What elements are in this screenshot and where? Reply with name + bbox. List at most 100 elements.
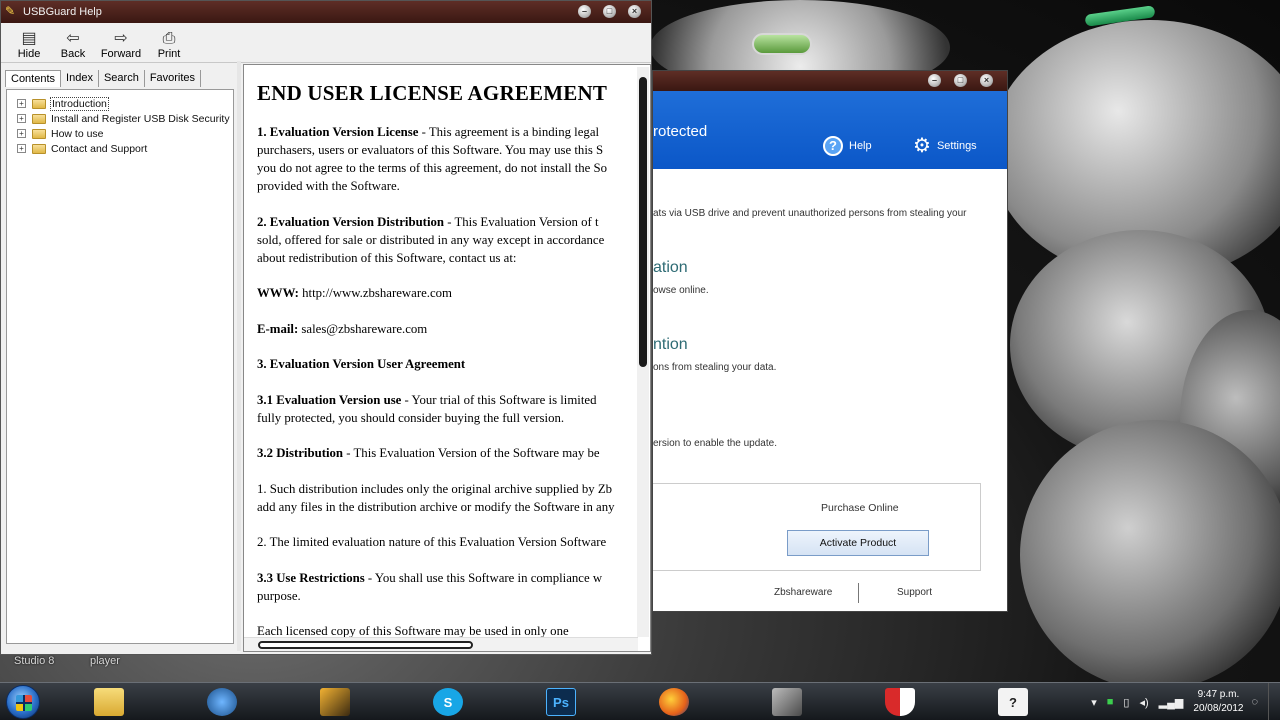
paragraph: WWW: http://www.zbshareware.com — [257, 286, 452, 300]
minimize-button[interactable]: – — [578, 5, 591, 18]
wallpaper-shape — [1020, 420, 1280, 690]
contents-tree: + Introduction + Install and Register US… — [6, 89, 234, 644]
folder-icon — [32, 113, 46, 124]
description-text: ats via USB drive and prevent unauthoriz… — [653, 208, 967, 219]
clock-date: 20/08/2012 — [1193, 703, 1244, 714]
expand-icon[interactable]: + — [17, 99, 26, 108]
maximize-button[interactable]: □ — [603, 5, 616, 18]
tab-index[interactable]: Index — [61, 70, 99, 87]
help-window-titlebar[interactable]: ✎ USBGuard Help – □ × — [1, 1, 651, 23]
usb-header: rotected ? Help ⚙ Settings — [653, 91, 1007, 169]
desktop-icon-label[interactable]: player — [90, 655, 120, 667]
horizontal-scrollbar[interactable] — [244, 637, 638, 651]
paragraph: 1. Evaluation Version License - This agr… — [257, 125, 608, 193]
back-label: Back — [60, 48, 86, 60]
feature-heading: ation — [653, 259, 688, 276]
paragraph: 3.2 Distribution - This Evaluation Versi… — [257, 446, 600, 460]
back-button[interactable]: ⇦ Back — [53, 24, 93, 62]
taskbar: S Ps ? ▾ ■ ▯ ◂) ▂▄▆ 9:47 p.m. 20/08/2012… — [0, 682, 1280, 720]
support-link[interactable]: Support — [897, 587, 932, 598]
system-tray: ▾ ■ ▯ ◂) ▂▄▆ 9:47 p.m. 20/08/2012 ◌ — [1091, 683, 1280, 720]
network-signal-icon[interactable]: ▂▄▆ — [1159, 696, 1184, 709]
tab-favorites[interactable]: Favorites — [145, 70, 202, 87]
doc-title: END USER LICENSE AGREEMENT — [257, 81, 608, 105]
email-link[interactable]: sales@zbshareware.com — [298, 322, 427, 336]
expand-icon[interactable]: + — [17, 129, 26, 138]
network-globe-icon[interactable] — [207, 688, 237, 716]
speaker-icon[interactable]: ◂) — [1139, 696, 1148, 709]
scroll-thumb[interactable] — [258, 641, 473, 649]
camtasia-icon[interactable] — [772, 688, 802, 716]
usb-window-titlebar[interactable]: – □ × — [653, 71, 1007, 91]
vertical-scrollbar[interactable] — [637, 67, 649, 637]
windows-explorer-icon[interactable] — [94, 688, 124, 716]
pane-splitter[interactable] — [237, 61, 241, 651]
show-desktop-button[interactable] — [1268, 683, 1280, 720]
hide-button[interactable]: ▤ Hide — [9, 24, 49, 62]
desktop-icon-label[interactable]: Studio 8 — [14, 655, 54, 667]
close-button[interactable]: × — [628, 5, 641, 18]
minimize-button[interactable]: – — [928, 74, 941, 87]
expand-icon[interactable]: + — [17, 144, 26, 153]
firefox-icon[interactable] — [659, 688, 689, 716]
start-button[interactable] — [6, 685, 40, 719]
help-toolbar: ▤ Hide ⇦ Back ⇨ Forward ⎙ Print — [1, 23, 651, 63]
license-text: END USER LICENSE AGREEMENT 1. Evaluation… — [257, 79, 639, 651]
toc-item-how-to-use[interactable]: + How to use — [7, 126, 233, 141]
help-button[interactable]: ? Help — [823, 136, 872, 156]
forward-button[interactable]: ⇨ Forward — [97, 24, 145, 62]
activate-product-button[interactable]: Activate Product — [787, 530, 929, 556]
settings-label: Settings — [936, 140, 977, 152]
folder-icon — [32, 143, 46, 154]
toc-item-contact-support[interactable]: + Contact and Support — [7, 141, 233, 156]
close-button[interactable]: × — [980, 74, 993, 87]
print-button[interactable]: ⎙ Print — [149, 24, 189, 62]
windows-logo-icon — [16, 695, 32, 711]
website-link[interactable]: http://www.zbshareware.com — [299, 286, 452, 300]
paragraph: 3.1 Evaluation Version use - Your trial … — [257, 392, 597, 425]
help-book-icon: ✎ — [5, 4, 16, 18]
usb-disk-security-icon[interactable] — [885, 688, 915, 716]
action-center-icon[interactable]: ◌ — [1251, 696, 1258, 708]
feature-heading: ntion — [653, 336, 688, 353]
winamp-icon[interactable] — [320, 688, 350, 716]
feature-text: owse online. — [653, 285, 709, 296]
photoshop-icon[interactable]: Ps — [546, 688, 576, 716]
toc-item-install[interactable]: + Install and Register USB Disk Security — [7, 111, 233, 126]
toc-item-label: How to use — [51, 127, 104, 140]
folder-icon — [32, 98, 46, 109]
help-file-icon[interactable]: ? — [998, 688, 1028, 716]
help-window[interactable]: ✎ USBGuard Help – □ × ▤ Hide ⇦ Back ⇨ Fo… — [0, 0, 652, 655]
toc-item-label: Install and Register USB Disk Security — [51, 112, 230, 125]
green-app-icon[interactable]: ■ — [1107, 696, 1114, 708]
toc-item-introduction[interactable]: + Introduction — [7, 96, 233, 111]
tab-contents[interactable]: Contents — [5, 70, 62, 87]
skype-icon[interactable]: S — [433, 688, 463, 716]
show-hidden-icons[interactable]: ▾ — [1091, 696, 1097, 709]
expand-icon[interactable]: + — [17, 114, 26, 123]
back-arrow-icon: ⇦ — [66, 30, 80, 47]
usb-security-window[interactable]: – □ × rotected ? Help ⚙ Settings ats via… — [652, 70, 1008, 612]
footer-divider — [858, 583, 859, 603]
section-heading: 3. Evaluation Version User Agreement — [257, 357, 466, 371]
forward-label: Forward — [100, 48, 142, 60]
feature-text: ons from stealing your data. — [653, 362, 777, 373]
scroll-thumb[interactable] — [639, 77, 647, 367]
print-label: Print — [157, 48, 181, 60]
protection-status: rotected — [653, 123, 708, 140]
toc-item-label: Contact and Support — [51, 142, 148, 155]
folder-icon — [32, 128, 46, 139]
device-icon[interactable]: ▯ — [1123, 696, 1129, 709]
purchase-online-link[interactable]: Purchase Online — [821, 502, 899, 514]
help-content-pane: END USER LICENSE AGREEMENT 1. Evaluation… — [243, 64, 651, 652]
nav-tabs: Contents Index Search Favorites — [5, 70, 202, 87]
system-clock[interactable]: 9:47 p.m. 20/08/2012 — [1193, 688, 1243, 716]
maximize-button[interactable]: □ — [954, 74, 967, 87]
hide-icon: ▤ — [21, 30, 37, 47]
tab-search[interactable]: Search — [99, 70, 145, 87]
settings-button[interactable]: ⚙ Settings — [913, 136, 977, 156]
feature-text: ersion to enable the update. — [653, 438, 777, 449]
forward-arrow-icon: ⇨ — [114, 30, 128, 47]
paragraph: 2. Evaluation Version Distribution - Thi… — [257, 214, 605, 265]
zbshareware-link[interactable]: Zbshareware — [774, 587, 832, 598]
